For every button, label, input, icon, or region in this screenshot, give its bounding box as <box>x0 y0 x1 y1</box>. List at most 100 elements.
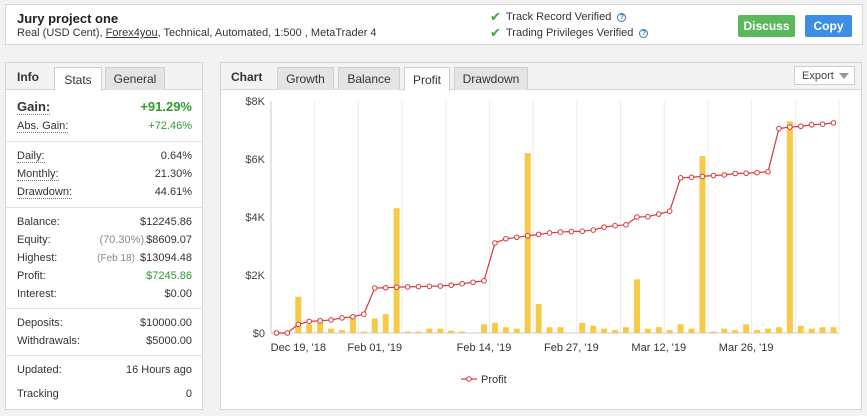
info-panel-title: Info <box>17 70 39 84</box>
info-panel: Info Stats General Gain: +91.29% Abs. Ga… <box>5 62 203 410</box>
y-tick-label: $6K <box>245 154 265 166</box>
account-details: , Technical, Automated, 1:500 , MetaTrad… <box>157 27 377 39</box>
chart-bar <box>360 331 367 333</box>
chart-bar <box>764 328 772 333</box>
profit-line <box>276 122 834 334</box>
stat-gain: Gain: +91.29% <box>17 99 192 115</box>
profit-point <box>339 315 345 321</box>
chart-bar <box>775 327 782 333</box>
y-tick-label: $0 <box>253 328 265 340</box>
profit-point <box>404 284 411 290</box>
stat-equity: Equity: (70.30%) $8609.07 <box>17 234 192 246</box>
profit-point <box>361 311 367 317</box>
divider <box>6 207 202 208</box>
profit-point <box>273 330 280 336</box>
chart-bar <box>699 156 706 333</box>
divider <box>6 141 202 142</box>
profit-point <box>732 170 739 177</box>
stat-abs-gain: Abs. Gain: +72.46% <box>17 120 192 133</box>
account-subtitle: Real (USD Cent), Forex4you, Technical, A… <box>17 27 377 39</box>
x-tick-label: Feb 01, '19 <box>347 342 402 354</box>
profit-point <box>634 214 640 220</box>
stat-deposits: Deposits: $10000.00 <box>17 317 192 329</box>
profit-point <box>426 283 433 290</box>
chart-bar <box>295 296 302 333</box>
chart-bar <box>612 330 619 333</box>
chart-bar <box>426 328 433 333</box>
tab-balance[interactable]: Balance <box>338 67 400 90</box>
profit-point <box>623 222 629 228</box>
account-header: Jury project one Real (USD Cent), Forex4… <box>5 4 863 45</box>
stat-balance: Balance: $12245.86 <box>17 216 192 228</box>
y-tick-label: $8K <box>245 96 265 108</box>
profit-point <box>765 168 771 175</box>
tab-stats[interactable]: Stats <box>54 67 102 91</box>
profit-point <box>645 213 651 220</box>
profit-point <box>481 278 487 284</box>
chart-bar <box>437 328 444 333</box>
discuss-button[interactable]: Discuss <box>738 15 795 37</box>
chart-bar <box>415 331 422 333</box>
profit-point <box>612 222 618 229</box>
track-record-label: Track Record Verified <box>506 11 612 23</box>
profit-point <box>317 318 323 324</box>
track-record-status: ✔ Track Record Verified ? <box>490 9 627 25</box>
chart-bar <box>557 327 564 333</box>
profit-point <box>557 229 564 235</box>
chevron-down-icon <box>839 73 849 79</box>
profit-point <box>601 224 607 230</box>
stat-drawdown: Drawdown: 44.61% <box>17 186 192 199</box>
tab-general[interactable]: General <box>105 67 165 90</box>
profit-point <box>535 231 542 238</box>
broker-link[interactable]: Forex4you <box>106 27 158 39</box>
profit-point <box>459 280 465 287</box>
chart-bar <box>677 324 684 333</box>
profit-point <box>568 228 575 235</box>
chart-bar <box>710 331 717 333</box>
chart-bar <box>590 325 597 333</box>
chart-panel: Chart Growth Balance Profit Drawdown Exp… <box>220 62 862 410</box>
stat-profit: Profit: $7245.86 <box>17 270 192 282</box>
profit-point <box>393 284 400 290</box>
x-tick-label: Mar 26, '19 <box>719 342 774 354</box>
chart-bar <box>491 322 498 333</box>
stat-updated: Updated: 16 Hours ago <box>17 364 192 376</box>
y-tick-label: $4K <box>245 212 265 224</box>
profit-point <box>448 282 455 288</box>
export-dropdown[interactable]: Export <box>794 66 855 85</box>
stat-daily: Daily: 0.64% <box>17 150 192 163</box>
trading-privileges-status: ✔ Trading Privileges Verified ? <box>490 25 649 41</box>
profit-point <box>350 313 356 320</box>
copy-button[interactable]: Copy <box>805 15 852 37</box>
profit-point <box>819 121 826 128</box>
chart-bar <box>808 328 815 333</box>
chart-bar <box>382 314 389 333</box>
legend-point-swatch <box>466 376 472 382</box>
profit-point <box>328 317 334 323</box>
profit-chart: $0 $2K $4K $6K $8K Dec 19, '18 Feb 01, '19 Feb … <box>245 96 840 386</box>
chart-bar <box>819 327 826 333</box>
stat-tracking: Tracking 0 <box>17 388 192 400</box>
chart-bar <box>338 330 346 333</box>
profit-point <box>655 211 662 217</box>
profit-point <box>503 235 509 242</box>
chart-panel-title: Chart <box>231 70 263 84</box>
tab-profit[interactable]: Profit <box>404 67 450 91</box>
chart-bar <box>655 327 662 333</box>
x-tick-label: Dec 19, '18 <box>271 342 326 354</box>
profit-point <box>371 285 378 291</box>
tab-drawdown[interactable]: Drawdown <box>454 67 528 90</box>
info-tabs: Info Stats General <box>6 63 202 91</box>
help-icon[interactable]: ? <box>617 12 627 22</box>
profit-point <box>590 227 597 233</box>
profit-point <box>797 123 804 130</box>
help-icon[interactable]: ? <box>639 28 649 38</box>
divider <box>6 355 202 356</box>
chart-bar <box>601 328 608 333</box>
account-title: Jury project one <box>17 11 119 26</box>
trading-privileges-label: Trading Privileges Verified <box>506 27 634 39</box>
tab-growth[interactable]: Growth <box>277 67 334 90</box>
chart-bar <box>306 324 313 333</box>
profit-point <box>524 233 531 239</box>
profit-point <box>437 283 444 289</box>
